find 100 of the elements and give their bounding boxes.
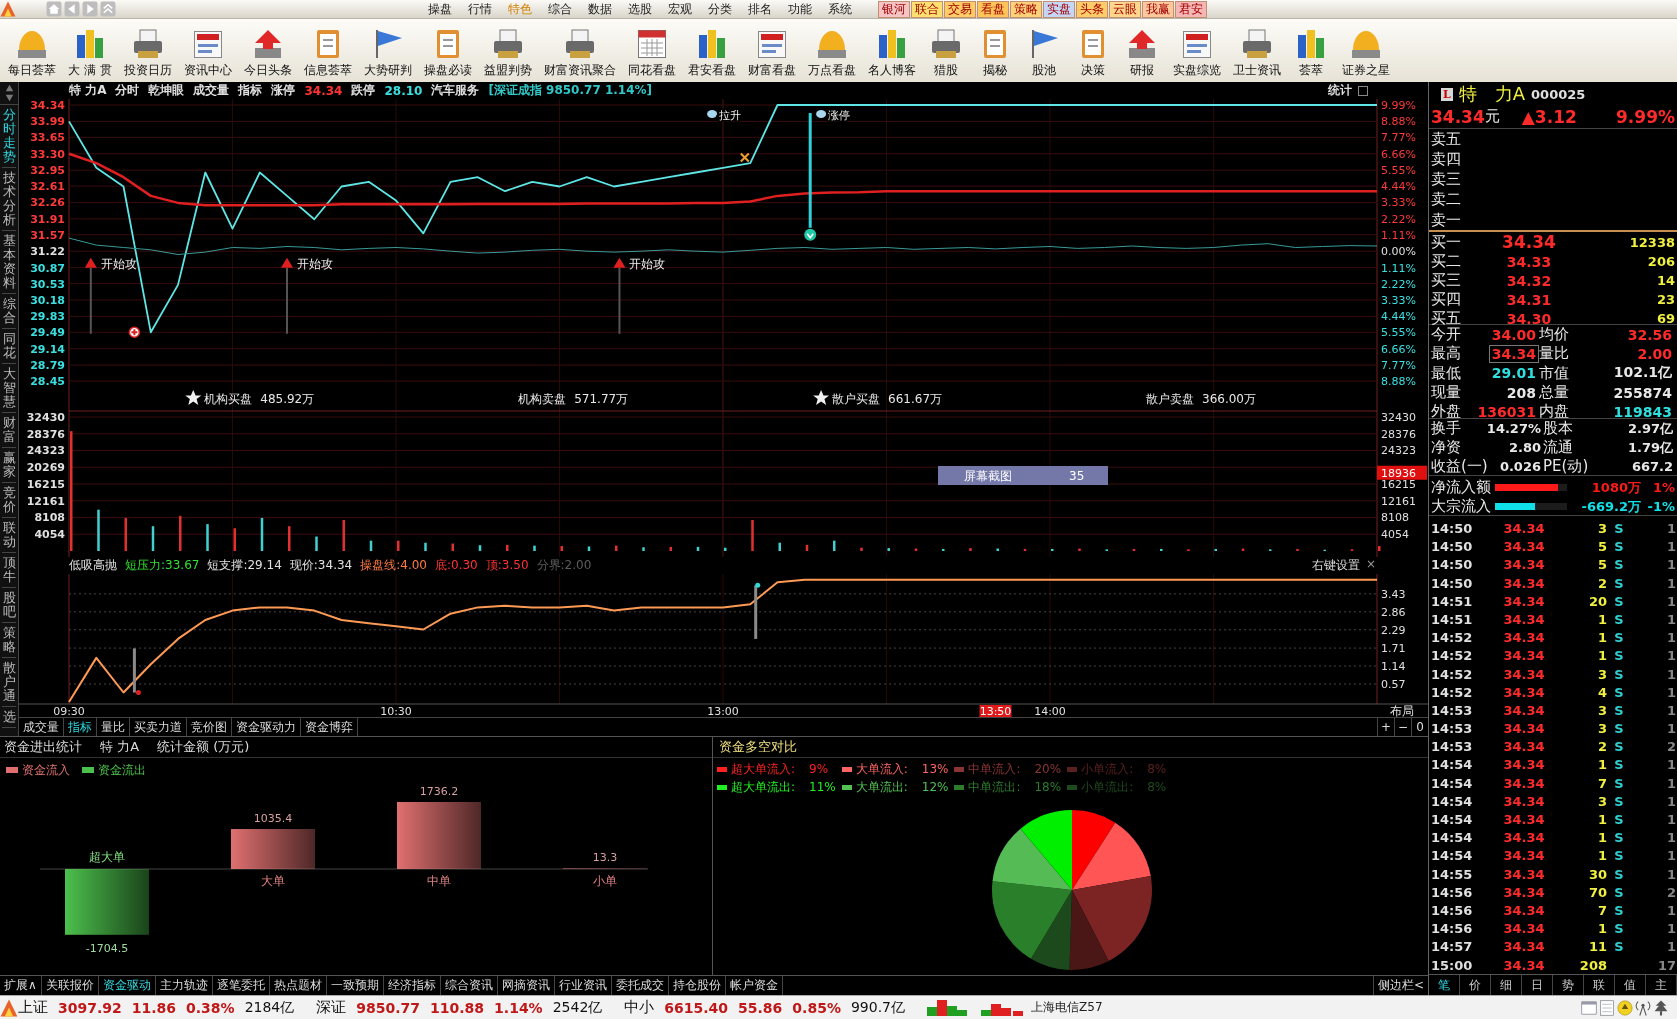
legend-value: 11% (809, 780, 836, 795)
side-tab[interactable]: 竞价 (2, 483, 16, 518)
side-tab[interactable]: 同花 (2, 329, 16, 364)
trade-count: 1 (1666, 575, 1677, 591)
percent-axis-label: 2.22% (1381, 277, 1416, 291)
toolbar-button[interactable]: 财富看盘 (741, 29, 802, 82)
quick-link[interactable]: 头条 (1076, 0, 1108, 18)
chart-tab[interactable]: 成交量 (19, 718, 64, 736)
toolbar-button[interactable]: 荟萃 (1286, 29, 1336, 82)
toolbar-button[interactable]: 大 满 贯 (62, 29, 118, 82)
menu-item[interactable]: 选股 (620, 0, 660, 18)
settings-button[interactable]: 右键设置 (1311, 557, 1360, 575)
side-tab[interactable]: 财富 (2, 413, 16, 448)
quick-link[interactable]: 策略 (1010, 0, 1042, 18)
menu-item[interactable]: 行情 (460, 0, 500, 18)
chart-tab[interactable]: 资金博弈 (301, 718, 358, 736)
trade-volume: 3 (1597, 666, 1607, 682)
tree-icon[interactable] (1653, 999, 1669, 1016)
toolbar-button[interactable]: 证券之星 (1335, 29, 1396, 82)
marker-label: 拉升 (719, 109, 742, 122)
quick-link[interactable]: 看盘 (977, 0, 1009, 18)
side-tab[interactable]: 顶牛 (2, 553, 16, 588)
legend-label: 大单流出: (855, 778, 908, 796)
zoom-button[interactable]: − (1394, 718, 1411, 736)
menu-item[interactable]: 综合 (540, 0, 580, 18)
toolbar-button[interactable]: 资讯中心 (177, 29, 238, 82)
scroll-down-icon[interactable] (4, 94, 14, 102)
side-tab[interactable]: 选 (2, 707, 16, 728)
toolbar-button[interactable]: 同花看盘 (621, 29, 682, 82)
header-text: 28.10 (384, 83, 423, 98)
toolbar-button[interactable]: 万点看盘 (801, 29, 862, 82)
menu-item[interactable]: 功能 (780, 0, 820, 18)
chart-tab[interactable]: 买卖力道 (130, 718, 187, 736)
toolbar-button[interactable]: 每日荟萃 (2, 29, 62, 82)
toolbar-button[interactable]: 投资日历 (117, 29, 178, 82)
volume-axis-label: 16215 (1381, 478, 1416, 491)
menu-item[interactable]: 操盘 (420, 0, 460, 18)
toolbar-button[interactable]: 卫士资讯 (1226, 29, 1287, 82)
trade-time: 15:00 (1431, 957, 1474, 973)
trade-time: 14:54 (1431, 793, 1474, 809)
toolbar-button[interactable]: 名人博客 (861, 29, 922, 82)
stat-label: 量比 (1539, 344, 1570, 364)
toolbar-button[interactable]: 决策 (1068, 29, 1118, 82)
menu-item[interactable]: 数据 (580, 0, 620, 18)
window-icon[interactable] (1581, 999, 1597, 1016)
side-tab[interactable]: 大智慧 (2, 364, 16, 413)
side-tab[interactable]: 联动 (2, 518, 16, 553)
market-badge: L (1441, 87, 1453, 101)
side-tab[interactable]: 基本资料 (2, 231, 16, 294)
chart-tab[interactable]: 竞价图 (187, 718, 232, 736)
menu-item[interactable]: 系统 (820, 0, 860, 18)
quick-link[interactable]: 联合 (911, 0, 943, 18)
percent-axis-label: 8.88% (1381, 375, 1416, 388)
side-tab[interactable]: 技术分析 (2, 168, 16, 231)
toolbar-button[interactable]: 君安看盘 (681, 29, 742, 82)
toolbar-button[interactable]: 今日头条 (237, 29, 298, 82)
toolbar-button[interactable]: 操盘必读 (417, 29, 478, 82)
toolbar-button[interactable]: 信息荟萃 (297, 29, 358, 82)
coin-icon[interactable] (1617, 999, 1633, 1016)
quick-link[interactable]: 交易 (944, 0, 976, 18)
quick-link[interactable]: 银河 (878, 0, 910, 18)
printer-icon (564, 29, 595, 59)
side-tab[interactable]: 分时走势 (2, 105, 16, 168)
chart-tab[interactable]: 量比 (97, 718, 130, 736)
side-tab[interactable]: 策略 (2, 623, 16, 658)
unit-label: 统计金额 (万元) (157, 737, 250, 756)
toolbar-button[interactable]: 揭秘 (970, 29, 1020, 82)
trade-count: 1 (1666, 939, 1677, 955)
stats-button[interactable]: 统计 (1328, 82, 1352, 99)
close-button[interactable]: × (1365, 557, 1376, 575)
quick-link[interactable]: 实盘 (1043, 0, 1075, 18)
toolbar-button[interactable]: 益盟判势 (477, 29, 538, 82)
side-tab[interactable]: 赢家 (2, 448, 16, 483)
layout-button[interactable]: 布局 (1390, 704, 1414, 718)
chart-tab[interactable]: 资金驱动力 (232, 718, 301, 736)
toolbar-button[interactable]: 大势研判 (357, 29, 418, 82)
percent-axis-label: 4.44% (1381, 310, 1416, 324)
menu-item[interactable]: 排名 (740, 0, 780, 18)
toolbar-button[interactable]: 猎股 (921, 29, 971, 82)
expand-icon[interactable] (1358, 85, 1368, 96)
side-tab[interactable]: 散户通 (2, 658, 16, 707)
side-tab[interactable]: 股吧 (2, 588, 16, 623)
quick-link[interactable]: 云眼 (1109, 0, 1141, 18)
toolbar-button[interactable]: 研报 (1117, 29, 1167, 82)
menu-item[interactable]: 分类 (700, 0, 740, 18)
percent-axis-label: 8.88% (1381, 115, 1416, 129)
quick-link[interactable]: 君安 (1175, 0, 1207, 18)
trade-time: 14:54 (1431, 757, 1474, 773)
chart-tab[interactable]: 指标 (64, 718, 97, 736)
quick-link[interactable]: 我赢 (1142, 0, 1174, 18)
antenna-icon[interactable] (1635, 999, 1651, 1016)
trade-side: S (1614, 939, 1624, 955)
toolbar-button[interactable]: 实盘综览 (1166, 29, 1227, 82)
menu-item[interactable]: 宏观 (660, 0, 700, 18)
zoom-button[interactable]: + (1377, 718, 1394, 736)
side-tab[interactable]: 综合 (2, 294, 16, 329)
trade-time: 14:54 (1431, 830, 1474, 846)
toolbar-button[interactable]: 股池 (1019, 29, 1069, 82)
toolbar-button[interactable]: 财富资讯聚合 (537, 29, 622, 82)
price-change: ▲3.12 (1521, 106, 1577, 127)
